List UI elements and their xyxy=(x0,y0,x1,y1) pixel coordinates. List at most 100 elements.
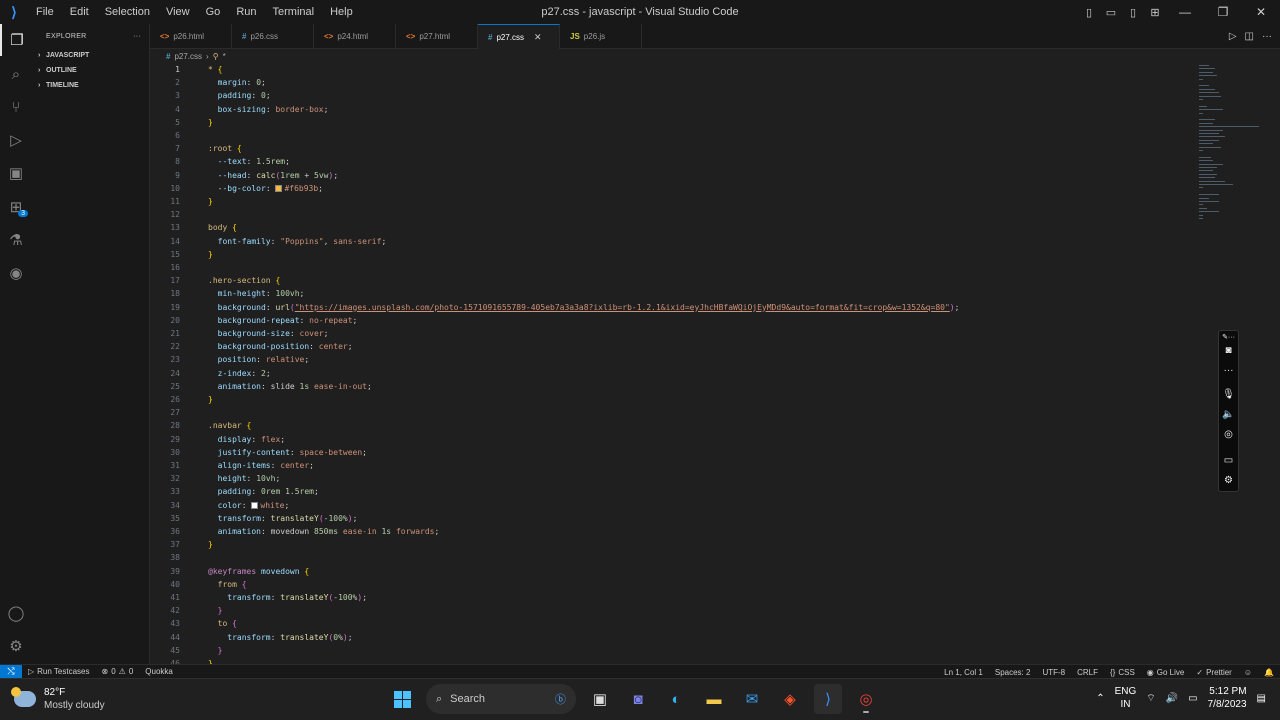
more-options-icon[interactable]: ··· xyxy=(1219,365,1238,376)
feedback-icon[interactable]: ☺ xyxy=(1238,668,1258,677)
teams-chat-icon[interactable]: ◙ xyxy=(624,684,652,714)
remote-explorer-icon[interactable]: ▣ xyxy=(0,157,32,189)
code-line[interactable]: 21 background-size: cover; xyxy=(150,327,1195,340)
search-icon[interactable]: ⌕ xyxy=(0,58,32,90)
code-line[interactable]: 27 xyxy=(150,406,1195,419)
menu-view[interactable]: View xyxy=(158,0,198,24)
camera-icon[interactable]: ◙ xyxy=(1219,345,1238,356)
explorer-section-outline[interactable]: › OUTLINE xyxy=(32,63,149,78)
split-editor-icon[interactable]: ◫ xyxy=(1245,31,1254,42)
language-indicator[interactable]: ENG IN xyxy=(1115,685,1137,711)
battery-icon[interactable]: ▭ xyxy=(1188,693,1197,704)
tab-p26-css[interactable]: # p26.css xyxy=(232,24,314,49)
toggle-panel-icon[interactable]: ▭ xyxy=(1100,6,1122,19)
code-line[interactable]: 39 @keyframes movedown { xyxy=(150,565,1195,578)
problems-indicator[interactable]: ⊗ 0 ⚠ 0 xyxy=(95,667,139,676)
code-line[interactable]: 22 background-position: center; xyxy=(150,340,1195,353)
encoding[interactable]: UTF-8 xyxy=(1036,668,1071,677)
cursor-position[interactable]: Ln 1, Col 1 xyxy=(938,668,989,677)
close-icon[interactable]: ✕ xyxy=(1242,5,1280,19)
code-line[interactable]: 35 transform: translateY(-100%); xyxy=(150,512,1195,525)
code-line[interactable]: 12 xyxy=(150,208,1195,221)
indentation[interactable]: Spaces: 2 xyxy=(989,668,1037,677)
code-line[interactable]: 6 xyxy=(150,129,1195,142)
volume-icon[interactable]: 🔊 xyxy=(1166,693,1178,704)
file-explorer-icon[interactable]: ▬ xyxy=(700,684,728,714)
run-testcases-button[interactable]: ▷ Run Testcases xyxy=(22,667,95,676)
accounts-icon[interactable]: ◯ xyxy=(0,597,32,629)
explorer-section-javascript[interactable]: › JAVASCRIPT xyxy=(32,48,149,63)
settings-gear-icon[interactable]: ⚙ xyxy=(1219,475,1238,486)
code-line[interactable]: 15} xyxy=(150,248,1195,261)
code-line[interactable]: 8 --text: 1.5rem; xyxy=(150,155,1195,168)
code-line[interactable]: 23 position: relative; xyxy=(150,353,1195,366)
code-line[interactable]: 32 height: 10vh; xyxy=(150,472,1195,485)
customize-layout-icon[interactable]: ⊞ xyxy=(1144,6,1166,19)
testing-icon[interactable]: ⚗ xyxy=(0,224,32,256)
language-mode[interactable]: {} CSS xyxy=(1104,668,1141,677)
code-line[interactable]: 16 xyxy=(150,261,1195,274)
tab-p24-html[interactable]: <> p24.html xyxy=(314,24,396,49)
code-line[interactable]: 34 color: white; xyxy=(150,499,1195,512)
edge-browser-icon[interactable]: ◐ xyxy=(662,684,690,714)
code-line[interactable]: 25 animation: slide 1s ease-in-out; xyxy=(150,380,1195,393)
menu-file[interactable]: File xyxy=(28,0,62,24)
code-line[interactable]: 31 align-items: center; xyxy=(150,459,1195,472)
code-line[interactable]: 3 padding: 0; xyxy=(150,89,1195,102)
code-line[interactable]: 7:root { xyxy=(150,142,1195,155)
tab-p26-js[interactable]: JS p26.js xyxy=(560,24,642,49)
github-icon[interactable]: ◉ xyxy=(0,257,32,289)
minimize-icon[interactable]: — xyxy=(1166,5,1204,19)
code-line[interactable]: 46} xyxy=(150,657,1195,664)
window-icon[interactable]: ▭ xyxy=(1219,455,1238,466)
explorer-section-timeline[interactable]: › TIMELINE xyxy=(32,78,149,93)
code-line[interactable]: 17 .hero-section { xyxy=(150,274,1195,287)
code-line[interactable]: 29 display: flex; xyxy=(150,433,1195,446)
webcam-icon[interactable]: ◎ xyxy=(1219,429,1238,440)
code-line[interactable]: 43 to { xyxy=(150,617,1195,630)
vscode-taskbar-icon[interactable]: ⟩ xyxy=(814,684,842,714)
tab-p26-html[interactable]: <> p26.html xyxy=(150,24,232,49)
code-editor[interactable]: 1 * {2 margin: 0; 3 padding: 0; 4 box-sizin… xyxy=(150,63,1195,664)
code-line[interactable]: 11} xyxy=(150,195,1195,208)
quokka-button[interactable]: Quokka xyxy=(139,667,179,676)
prettier-button[interactable]: ✓ Prettier xyxy=(1190,668,1238,677)
recorder-pen-icon[interactable]: ✎··· xyxy=(1219,333,1238,341)
explorer-icon[interactable]: ❐ xyxy=(0,24,32,56)
manage-gear-icon[interactable]: ⚙ xyxy=(0,630,32,662)
code-line[interactable]: 24 z-index: 2; xyxy=(150,367,1195,380)
code-line[interactable]: 10 --bg-color: #f6b93b; xyxy=(150,182,1195,195)
clock[interactable]: 5:12 PM 7/8/2023 xyxy=(1208,685,1247,711)
code-line[interactable]: 19 background: url("https://images.unspl… xyxy=(150,301,1195,314)
code-line[interactable]: 20 background-repeat: no-repeat; xyxy=(150,314,1195,327)
more-actions-icon[interactable]: ··· xyxy=(133,33,141,40)
run-icon[interactable]: ▷ xyxy=(1229,31,1237,42)
more-actions-icon[interactable]: ··· xyxy=(1262,31,1272,42)
toggle-sidebar-icon[interactable]: ▯ xyxy=(1078,6,1100,19)
notification-icon[interactable]: ▤ xyxy=(1257,693,1266,704)
tab-p27-html[interactable]: <> p27.html xyxy=(396,24,478,49)
code-line[interactable]: 37} xyxy=(150,538,1195,551)
code-line[interactable]: 13 body { xyxy=(150,221,1195,234)
code-line[interactable]: 36 animation: movedown 850ms ease-in 1s … xyxy=(150,525,1195,538)
line-ending[interactable]: CRLF xyxy=(1071,668,1104,677)
code-line[interactable]: 33 padding: 0rem 1.5rem; xyxy=(150,485,1195,498)
weather-widget[interactable]: 82°F Mostly cloudy xyxy=(11,686,105,712)
menu-edit[interactable]: Edit xyxy=(62,0,97,24)
code-line[interactable]: 9 --head: calc(1rem + 5vw); xyxy=(150,169,1195,182)
windows-start-icon[interactable] xyxy=(388,684,416,714)
menu-terminal[interactable]: Terminal xyxy=(265,0,323,24)
menu-help[interactable]: Help xyxy=(322,0,361,24)
code-line[interactable]: 38 xyxy=(150,551,1195,564)
brave-browser-icon[interactable]: ◈ xyxy=(776,684,804,714)
source-control-icon[interactable]: ⑂ xyxy=(0,91,32,123)
code-line[interactable]: 4 box-sizing: border-box; xyxy=(150,103,1195,116)
code-line[interactable]: 41 transform: translateY(-100%); xyxy=(150,591,1195,604)
breadcrumb-symbol[interactable]: * xyxy=(223,52,226,61)
chrome-icon[interactable]: ◎ xyxy=(852,684,880,714)
code-line[interactable]: 28 .navbar { xyxy=(150,419,1195,432)
menu-run[interactable]: Run xyxy=(228,0,264,24)
code-line[interactable]: 30 justify-content: space-between; xyxy=(150,446,1195,459)
run-debug-icon[interactable]: ▷ xyxy=(0,124,32,156)
remote-indicator-icon[interactable]: ⤭ xyxy=(0,664,22,679)
